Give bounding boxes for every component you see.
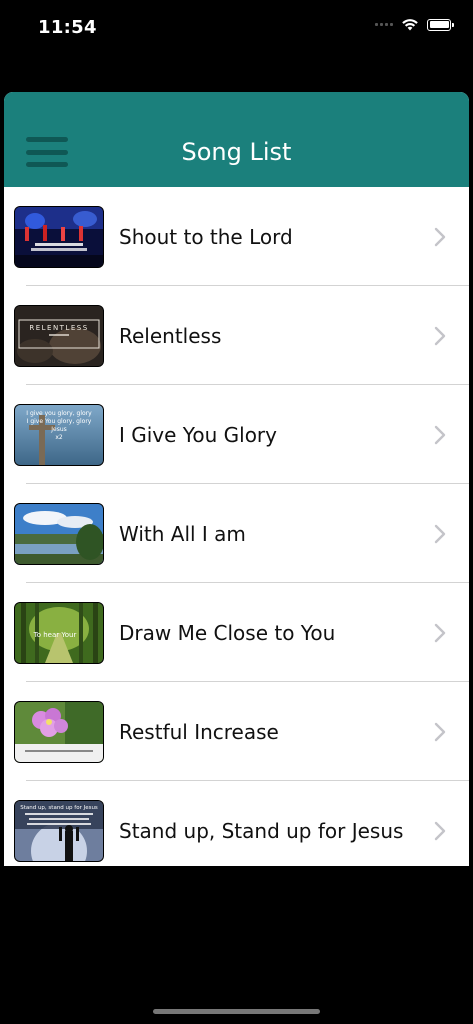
chevron-right-icon xyxy=(434,227,446,246)
song-title: Restful Increase xyxy=(119,719,279,744)
song-list: Shout to the Lord RELENTLESS Relentless xyxy=(4,187,469,866)
status-bar: 11:54 xyxy=(0,0,473,60)
status-icons xyxy=(375,18,454,31)
lake-landscape-image xyxy=(15,503,103,564)
svg-text:Jesus: Jesus xyxy=(50,426,67,433)
song-row[interactable]: Shout to the Lord xyxy=(4,187,469,286)
svg-text:x2: x2 xyxy=(55,434,63,441)
song-title: Stand up, Stand up for Jesus xyxy=(119,818,404,843)
song-list-screen: Song List Shout to the Lord RELENTLESS R… xyxy=(4,92,469,866)
phone-screen: 11:54 Song List Shout to the Lord RELENT… xyxy=(0,0,473,1024)
song-row[interactable]: RELENTLESS Relentless xyxy=(4,286,469,385)
pink-flower-image xyxy=(15,701,103,762)
svg-text:Stand up, stand up for Jesus: Stand up, stand up for Jesus xyxy=(20,805,98,811)
forest-path-image: To hear Your xyxy=(15,602,103,663)
chevron-right-icon xyxy=(434,722,446,741)
svg-text:To hear Your: To hear Your xyxy=(33,631,77,639)
battery-icon xyxy=(427,18,454,31)
page-title: Song List xyxy=(181,138,292,166)
song-title: I Give You Glory xyxy=(119,422,277,447)
svg-text:RELENTLESS: RELENTLESS xyxy=(29,324,88,332)
song-row[interactable]: Stand up, stand up for Jesus Stand up, S… xyxy=(4,781,469,866)
navigation-bar: Song List xyxy=(4,92,469,187)
home-indicator[interactable] xyxy=(153,1009,320,1014)
status-time: 11:54 xyxy=(38,17,97,38)
svg-text:I give You glory, glory: I give You glory, glory xyxy=(27,418,92,425)
device-notch xyxy=(107,0,366,38)
song-row[interactable]: Restful Increase xyxy=(4,682,469,781)
wifi-icon xyxy=(402,19,418,31)
song-title: With All I am xyxy=(119,521,246,546)
chevron-right-icon xyxy=(434,326,446,345)
chevron-right-icon xyxy=(434,524,446,543)
relentless-title-image: RELENTLESS xyxy=(15,305,103,366)
concert-stage-image xyxy=(15,206,103,267)
song-row[interactable]: To hear Your Draw Me Close to You xyxy=(4,583,469,682)
song-title: Draw Me Close to You xyxy=(119,620,336,645)
song-title: Relentless xyxy=(119,323,222,348)
chevron-right-icon xyxy=(434,425,446,444)
song-row[interactable]: With All I am xyxy=(4,484,469,583)
song-row[interactable]: I give you glory, glory I give You glory… xyxy=(4,385,469,484)
cellular-signal-icon xyxy=(375,23,393,26)
cross-lyrics-image: I give you glory, glory I give You glory… xyxy=(15,404,103,465)
chevron-right-icon xyxy=(434,623,446,642)
song-title: Shout to the Lord xyxy=(119,224,293,249)
svg-text:I give you glory, glory: I give you glory, glory xyxy=(26,410,92,417)
chevron-right-icon xyxy=(434,821,446,840)
worship-silhouette-image: Stand up, stand up for Jesus xyxy=(15,800,103,861)
